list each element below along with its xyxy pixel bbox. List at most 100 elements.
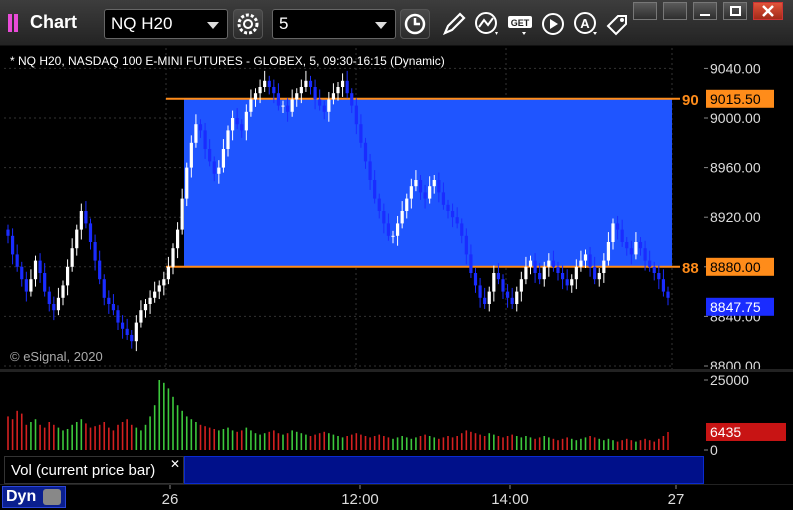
candle-body [175, 229, 180, 249]
copyright-text: © eSignal, 2020 [10, 349, 103, 364]
candle-body [423, 192, 427, 199]
price-chart-panel[interactable]: 90 88 * NQ H20, NASDAQ 100 E-MINI FUTURE… [4, 48, 704, 370]
candle-body [432, 180, 436, 187]
candle-body [409, 186, 413, 199]
candle-body [130, 335, 134, 342]
symbol-dropdown[interactable]: NQ H20 [104, 9, 228, 39]
candle-body [93, 242, 97, 261]
candle-body [230, 118, 235, 131]
candle-body [418, 180, 423, 193]
clock-icon [404, 13, 426, 35]
alert-icon[interactable]: A [572, 10, 600, 38]
dynamic-mode-button[interactable]: Dyn [2, 486, 66, 508]
candle-body [6, 229, 10, 236]
candle-body [116, 310, 120, 323]
study-close-icon[interactable]: ✕ [170, 457, 180, 471]
candle-body [143, 304, 148, 311]
study-label[interactable]: Vol (current price bar) [4, 456, 184, 484]
close-button[interactable] [753, 2, 783, 20]
candle-body [524, 266, 528, 280]
candle-body [643, 248, 647, 261]
candle-body [111, 304, 116, 311]
time-tick-label: 26 [162, 491, 179, 508]
candle-body [501, 279, 505, 292]
volume-chart-svg [7, 380, 669, 450]
price-chart-svg: 90 88 [4, 48, 699, 370]
candle-body [84, 211, 88, 224]
studies-icon[interactable] [473, 10, 501, 38]
candle-body [373, 180, 377, 199]
candle-body [258, 87, 262, 94]
chevron-down-icon [375, 22, 387, 29]
candle-body [10, 235, 15, 255]
candle-body [625, 242, 629, 249]
chart-title: * NQ H20, NASDAQ 100 E-MINI FUTURES - GL… [10, 54, 445, 68]
candle-body [368, 161, 372, 180]
symbol-value: NQ H20 [111, 14, 173, 33]
symbol-settings-button[interactable] [233, 9, 263, 39]
candle-body [65, 266, 70, 286]
tag-icon[interactable] [604, 10, 632, 38]
candle-body [377, 198, 381, 211]
play-icon[interactable] [539, 10, 567, 38]
candle-body [125, 328, 129, 335]
volume-panel[interactable] [4, 372, 704, 456]
study-band [184, 456, 704, 484]
candle-body [226, 130, 230, 149]
app-title: Chart [30, 12, 78, 32]
draw-pencil-icon[interactable] [440, 10, 468, 38]
candle-body [560, 273, 565, 280]
candle-body [400, 211, 404, 224]
svg-text:A: A [580, 16, 590, 31]
candle-body [629, 248, 633, 255]
candle-body [363, 142, 368, 162]
candle-body [38, 260, 42, 273]
candle-body [139, 310, 143, 323]
candle-body [395, 223, 400, 236]
price-axis-svg: 9040.009000.008960.008920.008880.008840.… [704, 60, 774, 374]
get-data-icon[interactable]: GET [506, 10, 534, 38]
candle-body [350, 93, 354, 106]
candle-body [661, 279, 666, 292]
candle-body [244, 111, 248, 131]
candle-body [29, 279, 33, 292]
candle-body [405, 198, 409, 211]
candle-body [538, 273, 542, 280]
candle-body [290, 99, 294, 112]
candle-body [455, 217, 459, 224]
candle-body [185, 167, 189, 199]
candle-body [565, 279, 569, 286]
candle-body [15, 254, 19, 267]
interval-dropdown[interactable]: 5 [272, 9, 396, 39]
time-tick-label: 12:00 [341, 491, 379, 508]
candle-body [441, 192, 446, 205]
maximize-button[interactable] [723, 2, 747, 20]
volume-axis[interactable]: 25000 0 6435 [704, 372, 793, 458]
candle-body [382, 211, 386, 224]
candle-body [386, 223, 391, 236]
candle-body [166, 266, 171, 280]
candle-body [88, 223, 93, 242]
candle-body [464, 235, 468, 255]
minimize-button[interactable] [693, 2, 717, 20]
link-window-button[interactable] [633, 2, 657, 20]
candle-body [24, 279, 28, 292]
candle-body [542, 266, 546, 280]
price-axis[interactable]: 9040.009000.008960.008920.008880.008840.… [704, 48, 793, 374]
time-axis[interactable]: 26 12:00 14:00 27 [0, 484, 793, 510]
candle-body [285, 105, 290, 112]
tile-window-button[interactable] [663, 2, 687, 20]
candle-body [359, 124, 363, 143]
candle-body [483, 297, 487, 304]
candle-body [203, 130, 207, 149]
candle-body [198, 124, 203, 131]
candle-body [652, 266, 656, 273]
candle-body [437, 180, 441, 193]
interval-settings-button[interactable] [400, 9, 430, 39]
price-tick-label: 9040.00 [710, 60, 761, 76]
candle-body [515, 291, 519, 304]
candle-body [460, 223, 464, 236]
lock-icon [43, 489, 61, 505]
candle-body [75, 229, 79, 249]
candle-body [487, 291, 491, 304]
